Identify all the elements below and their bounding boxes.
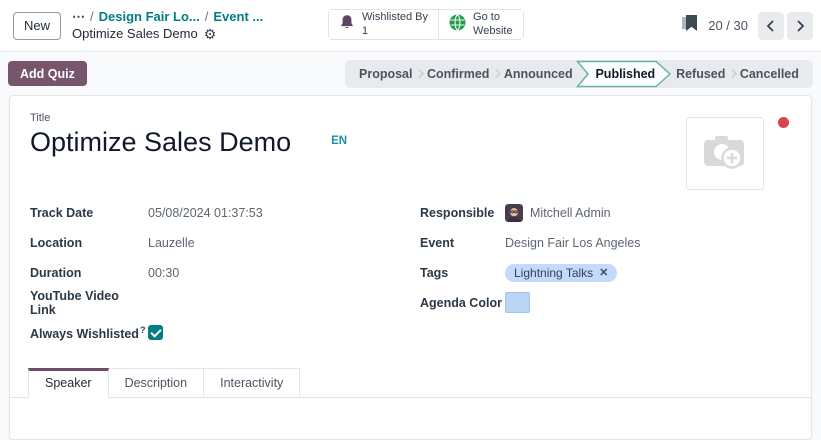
- duration-value[interactable]: 00:30: [148, 266, 179, 280]
- globe-icon: [449, 14, 466, 35]
- new-button[interactable]: New: [13, 12, 61, 40]
- tab-description[interactable]: Description: [109, 368, 205, 398]
- location-value[interactable]: Lauzelle: [148, 236, 195, 250]
- field-always-wishlisted: Always Wishlisted?: [30, 318, 420, 348]
- agenda-color-swatch[interactable]: [505, 292, 530, 313]
- status-pipeline: Proposal Confirmed Announced Published R…: [345, 60, 813, 88]
- go-to-website-button[interactable]: Go to Website: [438, 10, 523, 39]
- top-navbar: New ⋯ / Design Fair Lo... / Event ... Op…: [0, 0, 821, 52]
- chevron-right-icon: [492, 69, 502, 79]
- image-upload-placeholder[interactable]: [686, 117, 764, 190]
- bookmark-icon[interactable]: [681, 14, 698, 37]
- field-track-date: Track Date 05/08/2024 01:37:53: [30, 198, 420, 228]
- field-duration: Duration 00:30: [30, 258, 420, 288]
- status-published-label: Published: [595, 67, 655, 81]
- breadcrumb-link-event-parent[interactable]: Design Fair Lo...: [99, 9, 200, 25]
- breadcrumb-separator: /: [90, 9, 94, 25]
- field-label: Responsible: [420, 206, 505, 220]
- gear-icon[interactable]: ⚙: [204, 27, 217, 41]
- tag-label: Lightning Talks: [514, 266, 593, 280]
- field-label: Duration: [30, 266, 148, 280]
- breadcrumb-separator: /: [205, 9, 209, 25]
- status-cancelled[interactable]: Cancelled: [740, 67, 799, 81]
- camera-plus-icon: [702, 131, 748, 176]
- field-responsible: Responsible Mitchell Admin: [420, 198, 800, 228]
- field-location: Location Lauzelle: [30, 228, 420, 258]
- chevron-right-icon: [415, 69, 425, 79]
- tab-interactivity[interactable]: Interactivity: [204, 368, 300, 398]
- status-published-active[interactable]: Published: [576, 60, 672, 88]
- go-to-label: Go to: [473, 11, 513, 24]
- track-date-value[interactable]: 05/08/2024 01:37:53: [148, 206, 263, 220]
- language-badge[interactable]: EN: [331, 135, 347, 147]
- always-wishlisted-checkbox[interactable]: [148, 325, 163, 340]
- field-label: Track Date: [30, 206, 148, 220]
- pager-previous-button[interactable]: [758, 12, 784, 40]
- tag-lightning-talks[interactable]: Lightning Talks ✕: [505, 264, 617, 282]
- track-title-input[interactable]: Optimize Sales Demo: [30, 126, 291, 160]
- responsible-value[interactable]: Mitchell Admin: [530, 206, 611, 220]
- add-quiz-button[interactable]: Add Quiz: [8, 61, 87, 86]
- website-label: Website: [473, 25, 513, 38]
- stat-button-box: Wishlisted By 1 Go to Website: [328, 9, 524, 40]
- field-label: Location: [30, 236, 148, 250]
- bell-icon: [339, 14, 355, 34]
- pager-counter: 20 / 30: [708, 18, 748, 33]
- field-grid: Track Date 05/08/2024 01:37:53 Location …: [10, 198, 811, 348]
- status-proposal[interactable]: Proposal: [359, 67, 413, 81]
- field-label: YouTube Video Link: [30, 289, 148, 317]
- title-field-label: Title: [30, 112, 791, 124]
- form-action-bar: Add Quiz Proposal Confirmed Announced Pu…: [0, 52, 821, 95]
- breadcrumb-link-event-tracks[interactable]: Event ...: [213, 9, 263, 25]
- field-event: Event Design Fair Los Angeles: [420, 228, 800, 258]
- wishlisted-by-button[interactable]: Wishlisted By 1: [329, 10, 438, 39]
- breadcrumb-ellipsis-icon[interactable]: ⋯: [72, 9, 85, 25]
- tag-remove-icon[interactable]: ✕: [599, 266, 608, 279]
- field-tags: Tags Lightning Talks ✕: [420, 258, 800, 288]
- field-label: Tags: [420, 266, 505, 280]
- wishlisted-by-label: Wishlisted By: [362, 11, 428, 24]
- field-label: Event: [420, 236, 505, 250]
- wishlisted-by-count: 1: [362, 25, 428, 38]
- field-agenda-color: Agenda Color: [420, 288, 800, 318]
- field-label: Agenda Color: [420, 296, 505, 310]
- tab-speaker[interactable]: Speaker: [28, 368, 109, 398]
- navbar-right-group: 20 / 30: [681, 12, 813, 40]
- form-sheet: Title Optimize Sales Demo EN Track Date …: [9, 95, 812, 440]
- field-youtube-link: YouTube Video Link: [30, 288, 420, 318]
- help-tooltip-icon[interactable]: ?: [140, 325, 146, 335]
- chevron-right-icon: [728, 69, 738, 79]
- status-announced[interactable]: Announced: [504, 67, 573, 81]
- pager-next-button[interactable]: [787, 12, 813, 40]
- field-label: Always Wishlisted?: [30, 325, 148, 341]
- responsible-avatar: [505, 204, 523, 222]
- kanban-state-dot[interactable]: [778, 117, 789, 128]
- status-confirmed[interactable]: Confirmed: [427, 67, 490, 81]
- event-value[interactable]: Design Fair Los Angeles: [505, 236, 641, 250]
- breadcrumb: ⋯ / Design Fair Lo... / Event ... Optimi…: [72, 9, 263, 42]
- breadcrumb-current-record: Optimize Sales Demo: [72, 26, 198, 42]
- notebook-tabs: Speaker Description Interactivity: [10, 368, 811, 398]
- status-refused[interactable]: Refused: [676, 67, 725, 81]
